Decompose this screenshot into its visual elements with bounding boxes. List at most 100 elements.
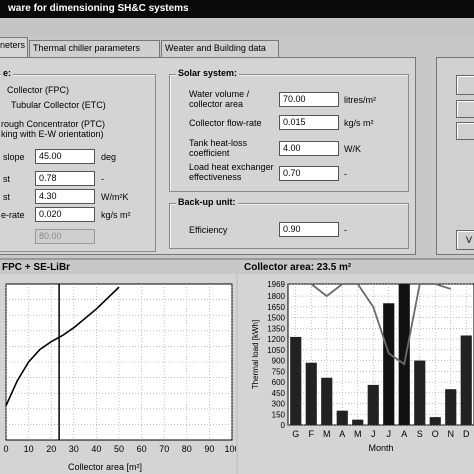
right-plot-x-tick-label: A	[339, 429, 345, 439]
right-plot-y-tick-label: 150	[272, 410, 286, 419]
backup-title: Back-up unit:	[176, 197, 238, 207]
tab-thermal-chiller[interactable]: Thermal chiller parameters	[29, 40, 160, 57]
right-plot-bar	[383, 303, 395, 425]
collector-param-4-label: e-rate	[1, 210, 25, 220]
right-plot-y-tick-label: 600	[272, 378, 286, 387]
left-plot-x-tick-label: 60	[137, 444, 147, 454]
collector-group-title: e:	[1, 68, 14, 78]
right-plot-y-tick-label: 0	[281, 421, 286, 430]
right-plot-xlabel: Month	[368, 443, 393, 453]
left-plot-x-tick-label: 100	[224, 444, 236, 454]
right-plot-x-tick-label: S	[417, 429, 423, 439]
tank-heatloss-unit: W/K	[344, 144, 361, 154]
right-plot-title: Collector area: 23.5 m²	[244, 262, 352, 273]
side-button-v[interactable]: V	[456, 230, 474, 250]
collector-flowrate-input[interactable]: 0.015	[279, 115, 339, 130]
collector-type-ptc-orientation: king with E-W orientation)	[1, 129, 104, 139]
right-plot-bar	[290, 336, 302, 425]
right-plot-bar	[367, 384, 379, 425]
right-plot-bar	[460, 335, 472, 425]
efficiency-unit: -	[344, 225, 347, 235]
right-plot-ylabel: Thermal load [kWh]	[251, 320, 260, 389]
right-plot-bar	[336, 410, 348, 425]
right-plot-x-tick-label: J	[371, 429, 376, 439]
water-volume-unit: litres/m²	[344, 95, 376, 105]
collector-flowrate-label: Collector flow-rate	[189, 118, 262, 128]
right-plot-y-tick-label: 1200	[267, 335, 285, 344]
load-hx-input[interactable]: 0.70	[279, 166, 339, 181]
side-button-3[interactable]	[456, 122, 474, 140]
load-hx-unit: -	[344, 169, 347, 179]
collector-param-3-unit: W/m²K	[101, 192, 129, 202]
right-plot-y-tick-label: 450	[272, 389, 286, 398]
collector-type-ptc[interactable]: rough Concentrator (PTC)	[1, 119, 105, 129]
right-plot-x-tick-label: G	[292, 429, 299, 439]
right-plot-bar	[398, 284, 410, 425]
right-plot-y-tick-label: 1969	[267, 280, 285, 289]
right-plot-x-tick-label: M	[323, 429, 331, 439]
right-plot-x-tick-label: O	[432, 429, 439, 439]
collector-param-2-unit: -	[101, 174, 104, 184]
collector-param-5-input-disabled: 80.00	[35, 229, 95, 244]
collector-param-3-label: st	[3, 192, 11, 202]
right-plot-bar	[352, 419, 364, 425]
collector-type-fpc[interactable]: Collector (FPC)	[7, 85, 69, 95]
collector-param-4-input[interactable]: 0.020	[35, 207, 95, 222]
right-plot-x-tick-label: F	[309, 429, 315, 439]
right-plot-x-tick-label: A	[401, 429, 407, 439]
left-plot: 0 10 20 30 40 50 60 70 80 90 100 Collector area [m…	[0, 274, 236, 474]
load-hx-label: Load heat exchanger effectiveness	[189, 162, 274, 182]
divider	[0, 258, 474, 260]
efficiency-label: Efficiency	[189, 225, 228, 235]
collector-param-2-label: st	[3, 174, 11, 184]
left-plot-x-tick-label: 30	[69, 444, 79, 454]
left-plot-xlabel: Collector area [m²]	[68, 462, 142, 472]
water-volume-input[interactable]: 70.00	[279, 92, 339, 107]
water-volume-label: Water volume / collector area	[189, 89, 250, 109]
left-plot-x-tick-label: 80	[182, 444, 192, 454]
tab-parameters[interactable]: neters	[0, 37, 28, 58]
right-plot-x-tick-label: J	[387, 429, 392, 439]
left-plot-x-tick-label: 0	[3, 444, 8, 454]
tank-heatloss-input[interactable]: 4.00	[279, 141, 339, 156]
right-plot-bar	[414, 360, 426, 425]
left-plot-x-tick-label: 40	[91, 444, 101, 454]
slope-unit: deg	[101, 152, 117, 162]
left-plot-x-tick-label: 90	[204, 444, 214, 454]
slope-input[interactable]: 45.00	[35, 149, 95, 164]
right-plot-y-tick-label: 750	[272, 367, 286, 376]
right-plot-bar	[445, 389, 457, 425]
side-button-2[interactable]	[456, 100, 474, 118]
right-plot-x-tick-label: M	[354, 429, 362, 439]
window-title: ware for dimensioning SH&C systems	[0, 0, 474, 18]
left-plot-x-tick-label: 50	[114, 444, 124, 454]
right-plot-bar	[429, 417, 441, 425]
collector-param-2-input[interactable]: 0.78	[35, 171, 95, 186]
slope-label: slope	[3, 152, 25, 162]
right-plot-y-tick-label: 900	[272, 357, 286, 366]
collector-flowrate-unit: kg/s m²	[344, 118, 374, 128]
right-plot-y-tick-label: 1500	[267, 314, 285, 323]
tab-weather-building[interactable]: Weater and Building data	[161, 40, 279, 57]
tab-panel: e: Collector (FPC) Tubular Collector (ET…	[0, 57, 416, 255]
side-button-1[interactable]	[456, 75, 474, 95]
right-plot-x-tick-label: N	[448, 429, 455, 439]
application-window: ware for dimensioning SH&C systems neter…	[0, 0, 474, 474]
collector-type-etc[interactable]: Tubular Collector (ETC)	[11, 100, 106, 110]
efficiency-input[interactable]: 0.90	[279, 222, 339, 237]
left-plot-title: FPC + SE-LiBr	[2, 262, 71, 273]
tank-heatloss-label: Tank heat-loss coefficient	[189, 138, 248, 158]
right-plot-x-tick-label: D	[463, 429, 470, 439]
right-plot-y-tick-label: 1650	[267, 303, 285, 312]
collector-param-3-input[interactable]: 4.30	[35, 189, 95, 204]
right-plot: Thermal load [kWh] 015030045060075090010…	[238, 274, 474, 474]
right-plot-bar	[305, 362, 317, 425]
right-plot-y-tick-label: 1050	[267, 346, 285, 355]
right-plot-y-tick-label: 300	[272, 400, 286, 409]
left-plot-x-tick-label: 70	[159, 444, 169, 454]
right-plot-y-tick-label: 1350	[267, 324, 285, 333]
solar-system-title: Solar system:	[176, 68, 240, 78]
left-plot-x-tick-label: 20	[46, 444, 56, 454]
collector-param-4-unit: kg/s m²	[101, 210, 131, 220]
left-plot-x-tick-label: 10	[24, 444, 34, 454]
